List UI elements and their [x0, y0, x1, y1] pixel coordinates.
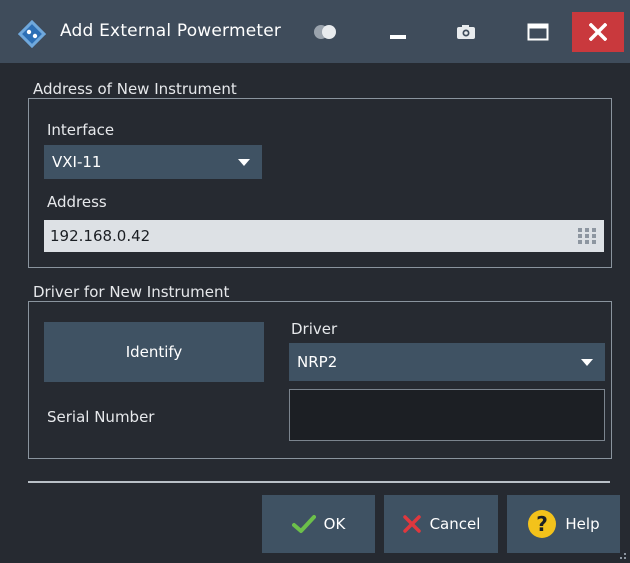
interface-value: VXI-11: [52, 153, 102, 171]
driver-group-title: Driver for New Instrument: [33, 283, 234, 301]
cancel-label: Cancel: [429, 515, 481, 533]
driver-select[interactable]: NRP2: [289, 343, 605, 381]
rs-logo-icon: [18, 20, 46, 48]
x-icon: [402, 514, 422, 534]
identify-button[interactable]: Identify: [44, 322, 264, 382]
maximize-icon[interactable]: [520, 14, 556, 50]
help-button[interactable]: ? Help: [507, 495, 620, 553]
driver-label: Driver: [291, 320, 338, 338]
chevron-down-icon: [581, 359, 593, 366]
interface-label: Interface: [47, 121, 115, 139]
address-label: Address: [47, 193, 107, 211]
address-input[interactable]: 192.168.0.42: [44, 220, 604, 252]
check-icon: [291, 514, 316, 534]
address-value: 192.168.0.42: [50, 227, 151, 245]
help-label: Help: [565, 515, 600, 533]
minimize-icon[interactable]: [380, 14, 416, 50]
title-bar[interactable]: Add External Powermeter: [0, 0, 630, 63]
driver-value: NRP2: [297, 353, 338, 371]
camera-icon[interactable]: [448, 14, 484, 50]
divider: [28, 481, 610, 483]
identify-label: Identify: [125, 343, 183, 361]
address-group-title: Address of New Instrument: [33, 80, 241, 98]
serial-number-field[interactable]: [289, 389, 605, 441]
window-title: Add External Powermeter: [60, 21, 282, 41]
close-icon: [589, 23, 607, 41]
interface-select[interactable]: VXI-11: [44, 145, 262, 179]
serial-number-label: Serial Number: [47, 408, 155, 426]
close-button[interactable]: [572, 12, 624, 52]
ok-button[interactable]: OK: [262, 495, 375, 553]
add-external-powermeter-dialog: Add External Powermeter Address of New I…: [0, 0, 630, 563]
question-icon: ?: [527, 509, 557, 539]
chevron-down-icon: [238, 159, 250, 166]
toggle-icon[interactable]: [305, 14, 345, 50]
resize-grip-icon[interactable]: [617, 550, 627, 560]
cancel-button[interactable]: Cancel: [384, 495, 498, 553]
svg-text:?: ?: [537, 512, 549, 536]
ok-label: OK: [323, 515, 346, 533]
keypad-icon[interactable]: [578, 228, 596, 244]
